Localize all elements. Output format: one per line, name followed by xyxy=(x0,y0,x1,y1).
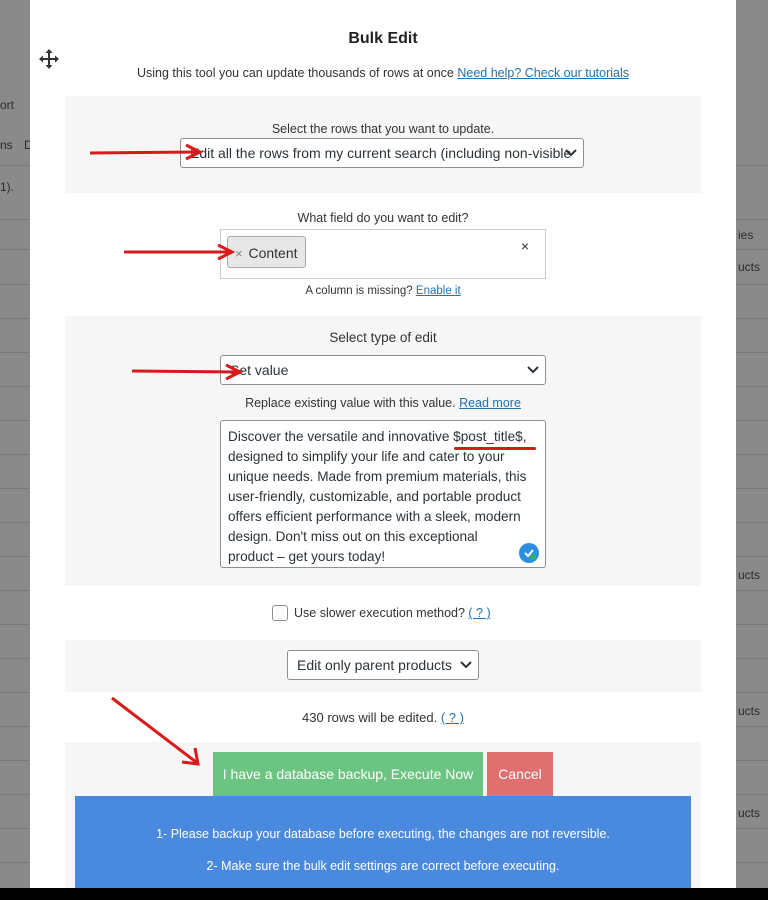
annotation-underline xyxy=(454,447,536,450)
rows-count-text: 430 rows will be edited. xyxy=(302,710,438,725)
execute-button[interactable]: I have a database backup, Execute Now xyxy=(213,752,483,796)
token-label: Content xyxy=(248,245,298,261)
missing-column-text: A column is missing? xyxy=(305,285,413,297)
bg-text-fragment: ucts xyxy=(738,704,761,718)
annotation-arrow xyxy=(89,143,204,161)
slower-method-help-link[interactable]: ( ? ) xyxy=(468,606,490,620)
textarea-line: design. Don't miss out on this exception… xyxy=(228,529,478,544)
bg-text-fragment: 1). xyxy=(0,180,15,194)
parent-filter-value: Edit only parent products xyxy=(297,657,452,673)
field-label: What field do you want to edit? xyxy=(297,211,469,225)
bg-text-fragment: ucts xyxy=(738,260,761,274)
value-textarea[interactable]: Discover the versatile and innovative $p… xyxy=(220,420,546,568)
rows-count-help-link[interactable]: ( ? ) xyxy=(441,710,464,725)
chevron-down-icon xyxy=(565,149,577,157)
bg-text-fragment: ns xyxy=(0,138,13,152)
annotation-arrow xyxy=(111,696,200,766)
bg-text-fragment: ies xyxy=(738,228,754,242)
field-multiselect[interactable]: × Content × xyxy=(220,229,546,279)
textarea-line: Discover the versatile and innovative $p… xyxy=(228,429,527,444)
slower-method-text: Use slower execution method? ( ? ) xyxy=(294,606,491,620)
slower-method-label: Use slower execution method? xyxy=(294,606,465,620)
textarea-line: user-friendly, customizable, and portabl… xyxy=(228,489,521,504)
notice-line-2: 2- Make sure the bulk edit settings are … xyxy=(206,859,560,873)
slower-method-section: Use slower execution method? ( ? ) xyxy=(65,586,701,640)
edit-type-help: Replace existing value with this value. … xyxy=(65,396,701,410)
modal-title: Bulk Edit xyxy=(348,30,418,47)
bulk-edit-modal: Bulk Edit Using this tool you can update… xyxy=(30,0,736,888)
chevron-down-icon xyxy=(460,661,472,669)
slower-method-checkbox[interactable] xyxy=(272,605,288,621)
annotation-arrow xyxy=(131,363,244,381)
textarea-line: offers efficient performance with a slee… xyxy=(228,509,521,524)
rows-select[interactable]: Edit all the rows from my current search… xyxy=(180,138,584,168)
parent-filter-section: Edit only parent products xyxy=(65,640,701,692)
missing-column-note: A column is missing? Enable it xyxy=(65,285,701,297)
enable-column-link[interactable]: Enable it xyxy=(416,285,461,297)
bg-text-fragment: ort xyxy=(0,98,15,112)
modal-subtitle: Using this tool you can update thousands… xyxy=(30,66,736,80)
rows-label: Select the rows that you want to update. xyxy=(271,122,495,136)
grammar-assistant-icon[interactable] xyxy=(519,543,539,563)
notice-line-1: 1- Please backup your database before ex… xyxy=(156,827,610,841)
rows-select-value: Edit all the rows from my current search… xyxy=(190,145,572,161)
help-tutorials-link[interactable]: Need help? Check our tutorials xyxy=(457,66,629,80)
bg-text-fragment: ucts xyxy=(738,806,761,820)
parent-filter-select[interactable]: Edit only parent products xyxy=(287,650,479,680)
subtitle-text: Using this tool you can update thousands… xyxy=(137,66,454,80)
backup-notice: 1- Please backup your database before ex… xyxy=(75,796,691,888)
edit-type-help-text: Replace existing value with this value. xyxy=(245,396,456,410)
textarea-line: product – get yours today! xyxy=(228,549,386,564)
read-more-link[interactable]: Read more xyxy=(459,396,521,410)
textarea-line: designed to simplify your life and cater… xyxy=(228,449,505,464)
cancel-button[interactable]: Cancel xyxy=(487,752,553,796)
annotation-arrow xyxy=(124,243,236,261)
clear-icon[interactable]: × xyxy=(521,238,529,254)
edit-type-label: Select type of edit xyxy=(329,330,437,345)
chevron-down-icon xyxy=(527,366,539,374)
bottom-bar xyxy=(0,888,768,900)
textarea-line: unique needs. Made from premium material… xyxy=(228,469,527,484)
bg-text-fragment: ucts xyxy=(738,568,761,582)
edit-type-section: Select type of edit Set value Replace ex… xyxy=(65,316,701,586)
edit-type-select[interactable]: Set value xyxy=(220,355,546,385)
